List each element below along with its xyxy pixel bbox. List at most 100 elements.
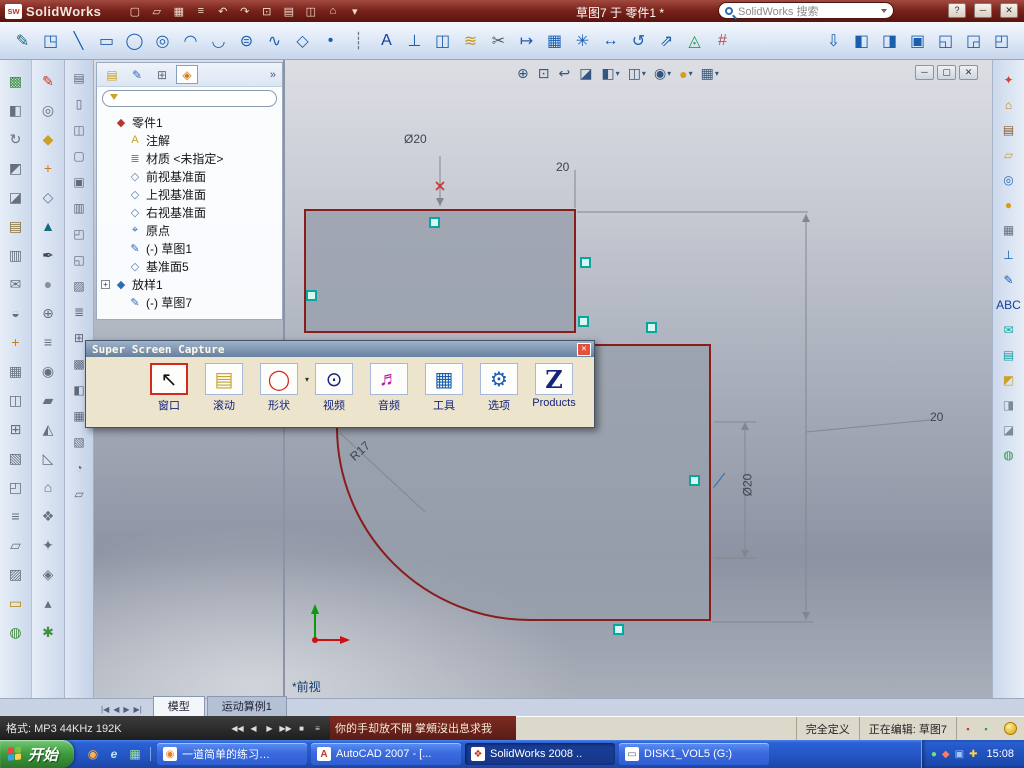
window-left-icon[interactable]: ◧ <box>849 27 874 54</box>
capture-scroll-button[interactable]: ▤ 滚动 <box>199 363 249 413</box>
save-icon[interactable]: ▦ <box>171 5 186 18</box>
expand-icon[interactable] <box>115 262 124 271</box>
sketch-relation-marker[interactable] <box>429 217 440 228</box>
arrange-windows-icon[interactable]: ◰ <box>989 27 1014 54</box>
line-tool-icon[interactable]: ╲ <box>66 27 91 54</box>
undo-icon[interactable]: ↶ <box>215 5 230 18</box>
sketch-relation-marker[interactable] <box>306 290 317 301</box>
tool-icon[interactable]: ◎ <box>37 99 59 121</box>
sketch-icon[interactable]: ✎ <box>998 270 1020 290</box>
search-pane-icon[interactable]: ◎ <box>998 170 1020 190</box>
tool-icon[interactable]: ◺ <box>37 447 59 469</box>
first-tab-arrow[interactable]: |◀ <box>100 705 110 714</box>
window-right-icon[interactable]: ◨ <box>877 27 902 54</box>
trim-entities-icon[interactable]: ✂ <box>486 27 511 54</box>
spline-tool-icon[interactable]: ∿ <box>262 27 287 54</box>
status-red-icon[interactable]: ▪ <box>961 724 975 734</box>
dimension-label[interactable]: Ø20 <box>740 474 754 497</box>
tool-icon[interactable]: ✉ <box>5 273 27 295</box>
tool-icon[interactable]: ▦ <box>5 360 27 382</box>
tool-icon[interactable]: ◱ <box>69 250 89 270</box>
playlist-icon[interactable]: ≡ <box>311 724 324 733</box>
spellcheck-icon[interactable]: ABC <box>996 295 1021 315</box>
circle-tool-icon[interactable]: ◯ <box>122 27 147 54</box>
sketch-relation-marker[interactable] <box>613 624 624 635</box>
tool-icon[interactable]: ✎ <box>37 70 59 92</box>
tool-icon[interactable]: ▯ <box>69 94 89 114</box>
tool-icon[interactable]: ◧ <box>5 99 27 121</box>
capture-options-button[interactable]: ⚙ 选项 <box>474 363 524 413</box>
internet-explorer-icon[interactable]: e <box>106 747 122 761</box>
perimeter-circle-icon[interactable]: ◎ <box>150 27 175 54</box>
featuremanager-tab[interactable]: ▤ <box>101 65 123 84</box>
tool-icon[interactable]: ✒ <box>37 244 59 266</box>
taskbar-item-autocad[interactable]: A AutoCAD 2007 - [... <box>311 743 462 765</box>
tool-icon[interactable]: ◈ <box>37 563 59 585</box>
normal-to-icon[interactable]: ⊥ <box>998 245 1020 265</box>
display-style-icon[interactable]: ◫ ▾ <box>625 63 649 84</box>
note-icon[interactable]: ✉ <box>998 320 1020 340</box>
move-entities-icon[interactable]: ↔ <box>598 27 623 54</box>
taskbar-item-solidworks[interactable]: ❖ SolidWorks 2008 .. <box>465 743 616 765</box>
menu-expand-icon[interactable]: ▾ <box>347 5 362 18</box>
tool-icon[interactable]: ≣ <box>69 302 89 322</box>
tool-icon[interactable]: ▩ <box>5 70 27 92</box>
scene-icon[interactable]: ▦ ▾ <box>698 63 722 84</box>
expand-icon[interactable]: + <box>101 279 110 289</box>
stop-icon[interactable]: ■ <box>295 724 308 733</box>
home-icon[interactable]: ⌂ <box>998 95 1020 115</box>
tool-icon[interactable]: ▥ <box>5 244 27 266</box>
offset-entities-icon[interactable]: ≋ <box>458 27 483 54</box>
tool-icon[interactable]: ❖ <box>37 505 59 527</box>
appearances-icon[interactable]: ● <box>998 195 1020 215</box>
new-document-icon[interactable]: ▢ <box>127 5 142 18</box>
close-icon[interactable]: ✕ <box>577 342 591 356</box>
tab-motion-study1[interactable]: 运动算例1 <box>206 696 287 716</box>
tool-icon[interactable]: ▣ <box>69 172 89 192</box>
convert-entities-icon[interactable]: ⊥ <box>402 27 427 54</box>
extend-entities-icon[interactable]: ↦ <box>514 27 539 54</box>
rewind-icon[interactable]: ◀◀ <box>231 724 244 733</box>
propertymanager-tab[interactable]: ✎ <box>126 65 148 84</box>
tool-icon[interactable]: ◫ <box>5 389 27 411</box>
tool-icon[interactable]: ◒ <box>5 302 27 324</box>
tool-icon[interactable]: ▢ <box>69 146 89 166</box>
help-button[interactable]: ? <box>948 3 966 18</box>
tool-icon[interactable]: ▰ <box>37 389 59 411</box>
options-icon[interactable]: ◫ <box>303 5 318 18</box>
resources-icon[interactable]: ✦ <box>998 70 1020 90</box>
quick-tip-icon[interactable] <box>1004 722 1017 735</box>
prev-tab-arrow[interactable]: ◀ <box>112 705 120 714</box>
select-icon[interactable]: ⊡ <box>259 5 274 18</box>
tangent-arc-icon[interactable]: ◡ <box>206 27 231 54</box>
tool-icon[interactable]: ◫ <box>69 120 89 140</box>
last-tab-arrow[interactable]: ▶| <box>133 705 143 714</box>
tool-icon[interactable]: ↻ <box>5 128 27 150</box>
sketch-relation-marker[interactable] <box>580 257 591 268</box>
appearance-icon[interactable]: ⌂ <box>325 5 340 18</box>
filter-input[interactable] <box>123 92 269 105</box>
expand-icon[interactable] <box>115 172 124 181</box>
sketch-tool-icon[interactable]: ✎ <box>10 27 35 54</box>
forward-icon[interactable]: ▶▶ <box>279 724 292 733</box>
tool-icon[interactable]: ▱ <box>5 534 27 556</box>
tree-item-sketch7[interactable]: ✎ (-) 草图7 <box>99 293 280 311</box>
tree-item-annotations[interactable]: A 注解 <box>99 131 280 149</box>
tool-icon[interactable]: ◪ <box>5 186 27 208</box>
insert-icon[interactable]: ⇩ <box>821 27 846 54</box>
capture-tools-button[interactable]: ▦ 工具 <box>419 363 469 413</box>
tree-filter-box[interactable] <box>102 90 277 107</box>
expand-icon[interactable] <box>115 154 124 163</box>
expand-icon[interactable] <box>115 208 124 217</box>
media-player-icon[interactable]: ◉ <box>85 747 101 761</box>
taskbar-item-disk[interactable]: ▭ DISK1_VOL5 (G:) <box>619 743 770 765</box>
taskbar-item-exercise[interactable]: ◉ 一道简单的练习… <box>157 743 308 765</box>
polygon-tool-icon[interactable]: ◇ <box>290 27 315 54</box>
cascade-windows-icon[interactable]: ◲ <box>961 27 986 54</box>
tray-green-icon[interactable]: ● <box>931 749 937 760</box>
search-input[interactable]: SolidWorks 搜索 <box>738 3 881 19</box>
section-view-icon[interactable]: ◪ <box>576 63 596 84</box>
capture-dialog-titlebar[interactable]: Super Screen Capture ✕ <box>86 341 594 357</box>
configurationmanager-tab[interactable]: ⊞ <box>151 65 173 84</box>
dimension-label[interactable]: Ø20 <box>404 132 427 146</box>
